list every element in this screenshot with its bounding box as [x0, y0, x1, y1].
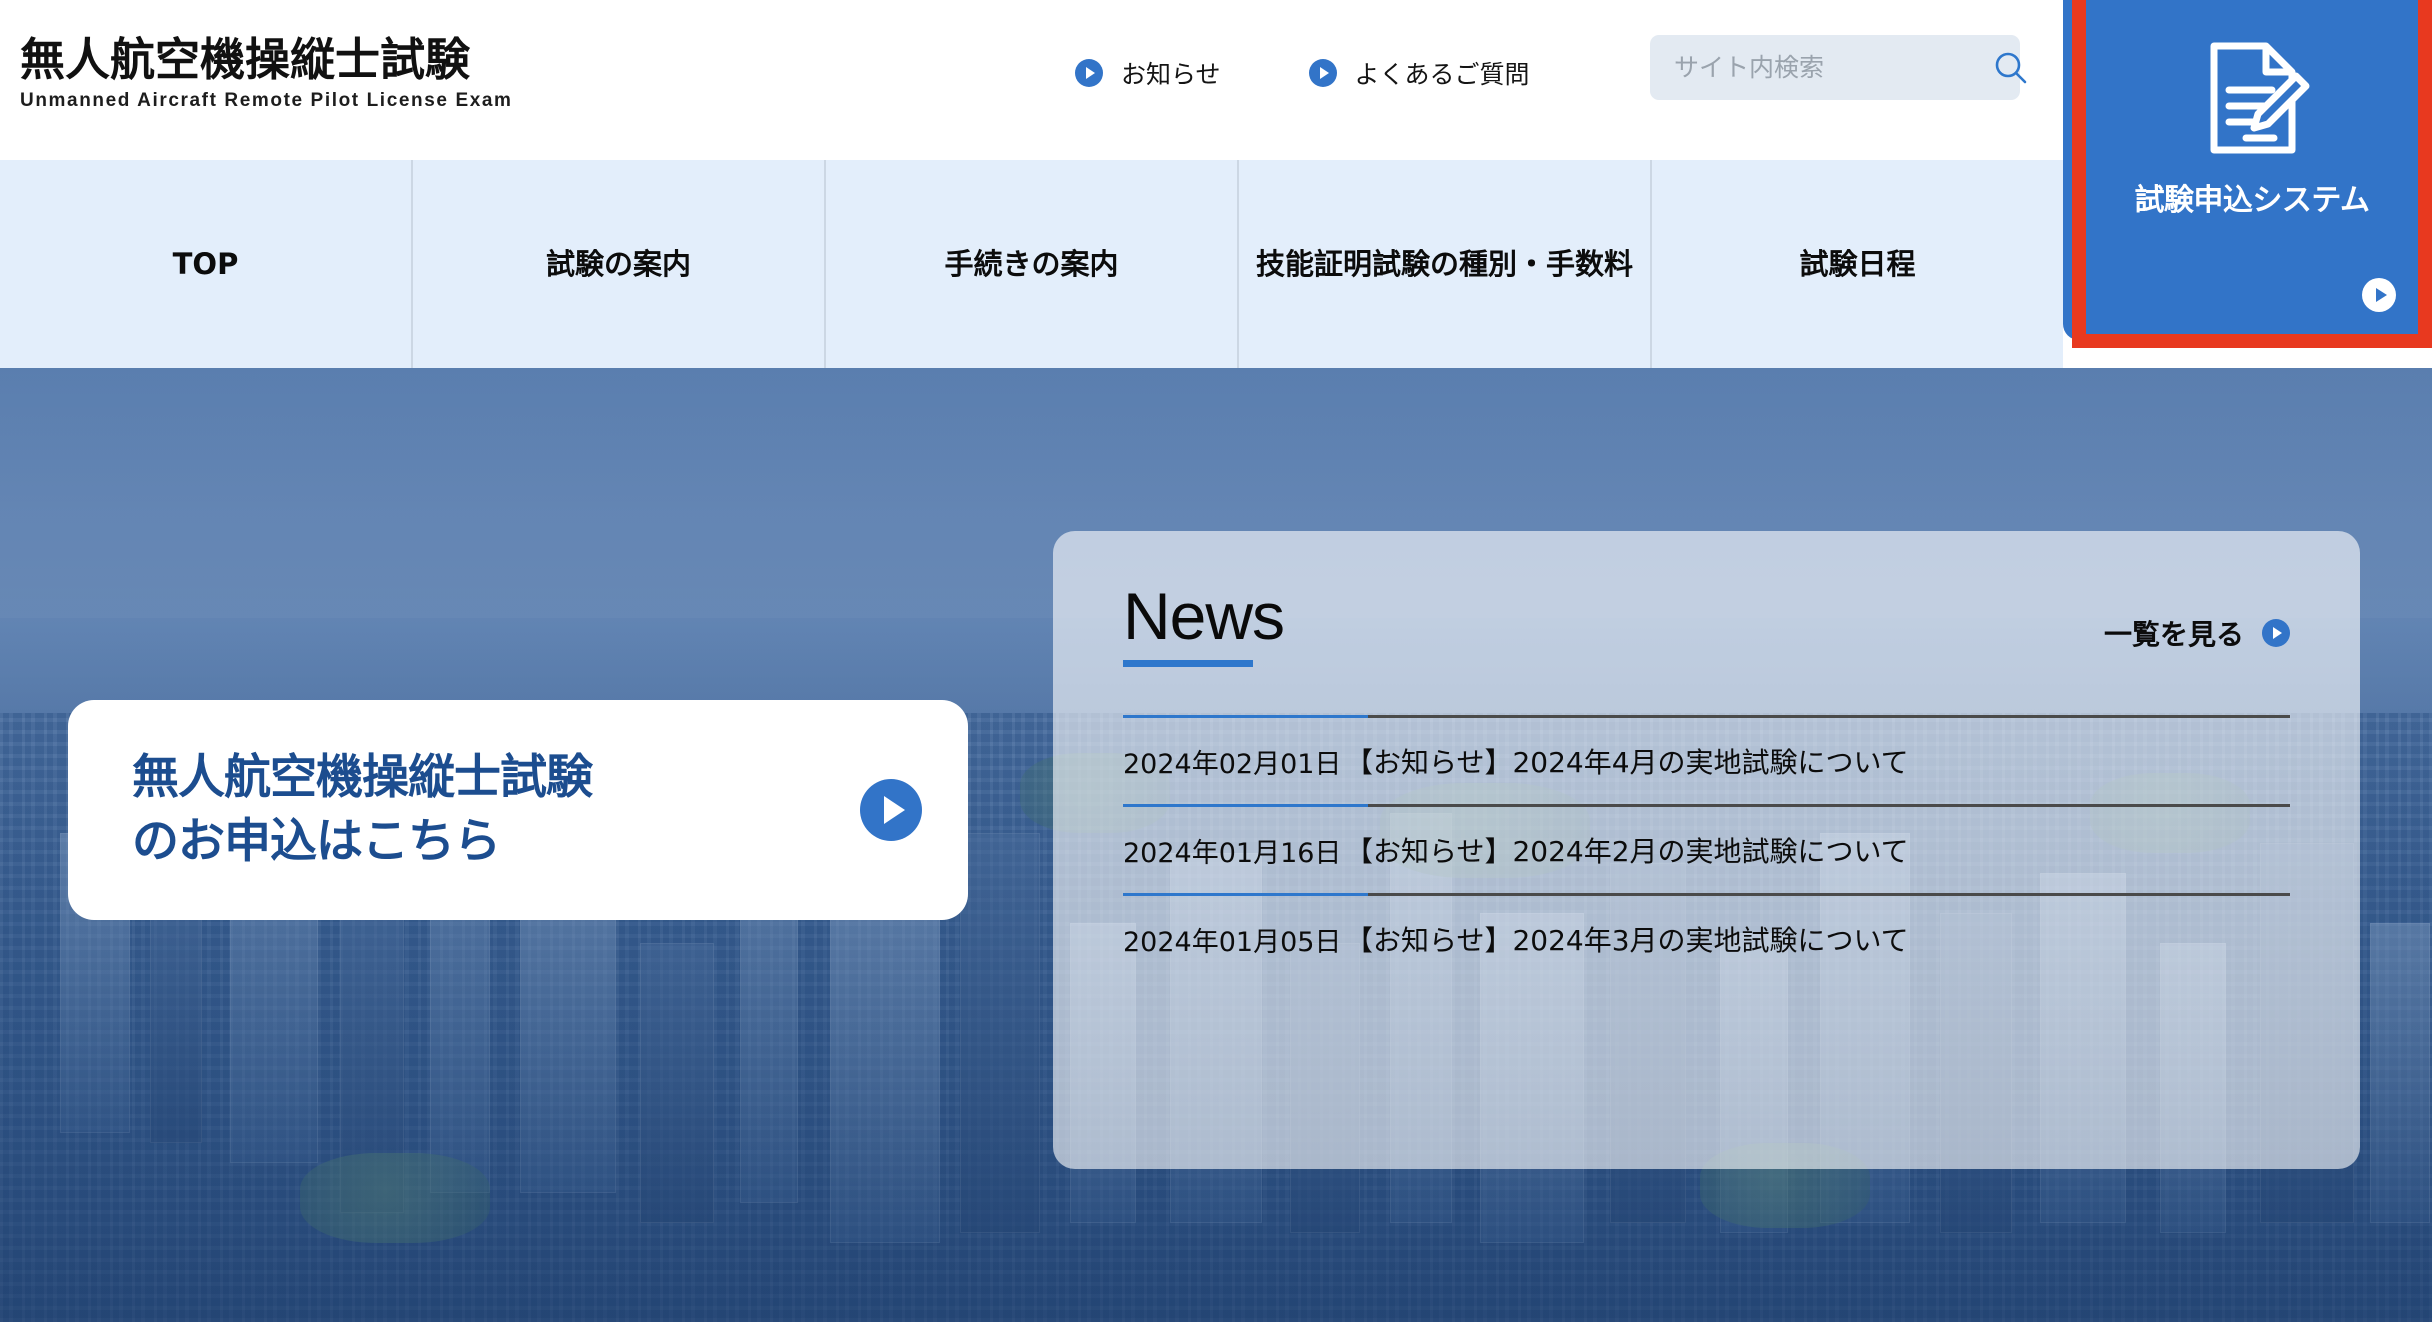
news-divider	[1123, 893, 2290, 896]
news-title-underline	[1123, 660, 1253, 667]
site-logo[interactable]: 無人航空機操縦士試験 Unmanned Aircraft Remote Pilo…	[20, 36, 513, 112]
document-pencil-icon	[2194, 38, 2310, 163]
page-root: 無人航空機操縦士試験 のお申込はこちら News 一覧を見る 2024年02月0…	[0, 0, 2432, 1322]
search-icon[interactable]	[1991, 48, 2031, 88]
news-item[interactable]: 2024年01月05日 【お知らせ】2024年3月の実地試験について	[1123, 896, 2290, 982]
news-item-date: 2024年02月01日	[1123, 748, 1342, 780]
news-list: 2024年02月01日 【お知らせ】2024年4月の実地試験について 2024年…	[1123, 715, 2290, 982]
apply-system-button-wrap: 試験申込システム	[2063, 0, 2432, 348]
news-panel: News 一覧を見る 2024年02月01日 【お知らせ】2024年4月の実地試…	[1053, 531, 2360, 1169]
news-item[interactable]: 2024年01月16日 【お知らせ】2024年2月の実地試験について	[1123, 807, 2290, 893]
apply-cta-line2: のお申込はこちら	[132, 814, 501, 869]
news-view-all-link[interactable]: 一覧を見る	[2104, 613, 2290, 667]
apply-system-button[interactable]: 試験申込システム	[2086, 0, 2418, 334]
nav-item-top[interactable]: TOP	[0, 160, 413, 368]
site-logo-en: Unmanned Aircraft Remote Pilot License E…	[20, 90, 513, 112]
main-nav: TOP 試験の案内 手続きの案内 技能証明試験の種別・手数料 試験日程	[0, 160, 2063, 368]
header-links: お知らせ よくあるご質問	[1075, 55, 1530, 91]
news-divider	[1123, 715, 2290, 718]
news-title: News	[1123, 579, 1285, 653]
news-item-title: 【お知らせ】2024年4月の実地試験について	[1345, 746, 1909, 779]
apply-cta-card[interactable]: 無人航空機操縦士試験 のお申込はこちら	[68, 700, 968, 920]
play-circle-icon	[1308, 59, 1337, 87]
news-item-title: 【お知らせ】2024年2月の実地試験について	[1345, 835, 1909, 868]
play-circle-icon	[2262, 619, 2290, 647]
apply-system-label: 試験申込システム	[2134, 183, 2370, 218]
news-item-date: 2024年01月16日	[1123, 837, 1342, 869]
news-header: News 一覧を見る	[1123, 583, 2290, 667]
nav-item-exam-types-fees[interactable]: 技能証明試験の種別・手数料	[1239, 160, 1652, 368]
nav-item-exam-guide[interactable]: 試験の案内	[413, 160, 826, 368]
apply-cta-text: 無人航空機操縦士試験 のお申込はこちら	[132, 746, 844, 874]
apply-cta-line1: 無人航空機操縦士試験	[132, 750, 593, 806]
nav-item-procedure-guide[interactable]: 手続きの案内	[826, 160, 1239, 368]
play-circle-icon	[2362, 278, 2396, 312]
header-link-news-label: お知らせ	[1121, 60, 1221, 89]
nav-item-exam-schedule[interactable]: 試験日程	[1652, 160, 2063, 368]
news-item-title: 【お知らせ】2024年3月の実地試験について	[1345, 924, 1909, 957]
search-box[interactable]	[1650, 35, 2027, 100]
site-logo-jp: 無人航空機操縦士試験	[20, 33, 471, 86]
header-link-faq[interactable]: よくあるご質問	[1308, 55, 1530, 91]
search-input[interactable]	[1650, 53, 1991, 82]
news-divider	[1123, 804, 2290, 807]
play-circle-icon[interactable]	[860, 779, 922, 841]
play-circle-icon	[1075, 59, 1103, 87]
header-link-faq-label: よくあるご質問	[1354, 60, 1530, 89]
news-view-all-label: 一覧を見る	[2103, 618, 2244, 651]
news-item[interactable]: 2024年02月01日 【お知らせ】2024年4月の実地試験について	[1123, 718, 2290, 804]
header-link-news[interactable]: お知らせ	[1075, 55, 1221, 91]
news-item-date: 2024年01月05日	[1123, 926, 1342, 958]
news-title-wrap: News	[1123, 579, 1285, 667]
